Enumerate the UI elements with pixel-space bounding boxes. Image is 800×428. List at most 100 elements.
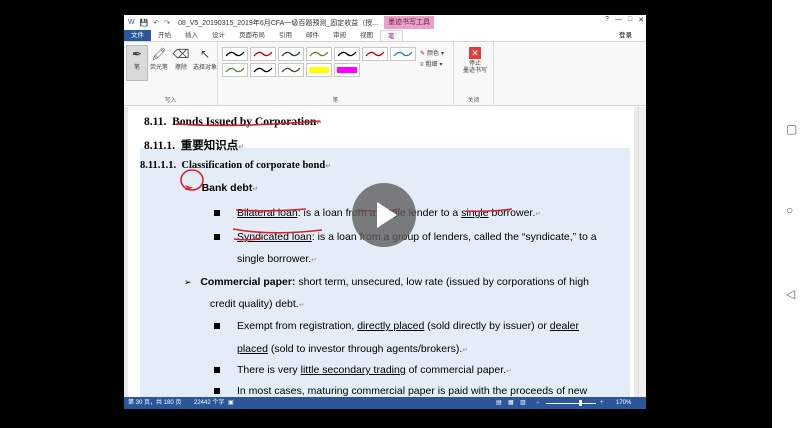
tab-view[interactable]: 视图 [353,30,380,41]
pen-style-option[interactable] [250,47,276,61]
heading-2: 8.11.1. 重要知识点↵ [144,140,245,152]
close-button[interactable]: ✕ [638,16,644,24]
pen-style-option[interactable] [250,63,276,77]
document-page: 8.11. Bonds Issued by Corporation↵ 8.11.… [128,107,634,397]
home-icon[interactable]: ○ [786,203,793,217]
bilateral-single: single [461,207,489,219]
pen-style-option[interactable] [362,47,388,61]
heading-2-text: 重要知识点 [180,140,239,152]
tab-home[interactable]: 开始 [151,30,178,41]
tab-design[interactable]: 设计 [205,30,232,41]
bullet-maturing: In most cases, maturing commercial paper… [214,385,587,397]
syndicated-term: Syndicated loan [237,231,312,243]
word-count: 22442 个字 [194,400,225,406]
zoom-in-button[interactable]: + [600,397,604,409]
zoom-slider[interactable] [546,403,596,404]
tab-references[interactable]: 引用 [272,30,299,41]
zoom-slider-thumb[interactable] [579,400,582,406]
pen-stroke-icon [337,51,357,57]
pen-style-option[interactable] [334,47,360,61]
highlighter-swatch [337,67,357,73]
pen-gallery [222,47,416,77]
quick-access-toolbar: W 💾 ↶ ↷ [124,19,170,27]
bullet-exempt: Exempt from registration, directly place… [214,320,579,332]
directly-placed: directly placed [357,320,425,332]
page-count: 第 30 页，共 180 页 [128,400,182,406]
select-objects-label: 选择对象 [193,65,218,71]
square-bullet-icon [214,234,220,241]
exempt-line-2: placed (sold to investor through agents/… [237,343,469,355]
square-bullet-icon [214,210,220,217]
tab-layout[interactable]: 页面布局 [232,30,272,41]
pointer-icon: ↖ [199,47,211,61]
pen-icon: ✒ [131,47,143,61]
bullet-secondary: There is very little secondary trading o… [214,364,512,376]
login-link[interactable]: 登录 [619,30,632,42]
tab-file[interactable]: 文件 [124,30,151,41]
exempt-text: Exempt from registration, [237,320,358,332]
heading-1: 8.11. Bonds Issued by Corporation↵ [144,116,323,128]
pen-style-option[interactable] [390,47,416,61]
pen-style-option[interactable] [306,47,332,61]
stop-icon: ✕ [469,47,481,59]
tab-review[interactable]: 审阅 [326,30,353,41]
square-bullet-icon [214,367,220,374]
redo-icon[interactable]: ↷ [164,19,170,27]
zoom-level[interactable]: 170% [616,397,631,409]
highlighter-tool[interactable]: 🖍 荧光笔 [149,46,169,71]
pen-stroke-icon [281,51,301,57]
thickness-dropdown[interactable]: ≡ 粗细 ▾ [420,60,444,71]
commercial-paper-line-2: credit quality) debt.↵ [210,298,305,310]
pen-tool-label: 笔 [133,65,140,71]
vertical-scrollbar[interactable] [638,107,646,397]
pen-stroke-icon [309,51,329,57]
highlighter-tool-label: 荧光笔 [149,65,168,71]
pen-style-option[interactable] [306,63,332,77]
minimize-button[interactable]: — [615,16,622,24]
bilateral-term: Bilateral loan [237,207,298,219]
close-group-label: 关闭 [467,98,480,104]
tab-pens[interactable]: 笔 [380,30,403,41]
back-icon[interactable]: ◁ [786,287,795,301]
print-layout-icon[interactable]: ▦ [508,397,514,409]
tab-insert[interactable]: 插入 [178,30,205,41]
proofing-icon[interactable]: ▣ [228,397,234,409]
video-play-button[interactable] [352,183,416,247]
zoom-out-button[interactable]: − [536,397,540,409]
heading-1-text: Bonds Issued by Corporation [172,116,317,128]
pen-style-option[interactable] [278,63,304,77]
bank-debt-text: Bank debt [201,182,253,194]
little-secondary-trading: little secondary trading [300,364,406,376]
pen-stroke-icon [253,67,273,73]
maturing-text: In most cases, maturing commercial paper… [237,385,588,397]
select-objects-tool[interactable]: ↖ 选择对象 [193,46,217,71]
read-mode-icon[interactable]: ▤ [496,397,502,409]
color-dropdown[interactable]: ✎ 颜色 ▾ [420,49,444,60]
pen-style-option[interactable] [278,47,304,61]
save-icon[interactable]: 💾 [140,19,149,27]
color-label: 颜色 [427,51,440,57]
maximize-button[interactable]: □ [628,16,632,24]
stop-inking-button[interactable]: ✕ 停止 墨迹书写 [460,47,490,75]
arrow-bullet-icon: ➢ [184,182,193,194]
tab-mailings[interactable]: 邮件 [299,30,326,41]
pen-stroke-icon [393,51,413,57]
eraser-tool[interactable]: ⌫ 擦除 [171,46,191,71]
recent-apps-icon[interactable]: ▢ [786,122,797,136]
pen-style-option[interactable] [334,63,360,77]
pen-tool[interactable]: ✒ 笔 [126,45,148,81]
pen-style-option[interactable] [222,63,248,77]
pen-style-option[interactable] [222,47,248,61]
highlighter-icon: 🖍 [151,47,167,61]
ink-tools-title: 墨迹书写工具 [384,16,435,29]
pen-stroke-icon [253,51,273,57]
help-button[interactable]: ? [605,16,609,24]
bullet-commercial-paper: ➢ Commercial paper: short term, unsecure… [184,276,589,288]
web-layout-icon[interactable]: ▥ [520,397,526,409]
eraser-icon: ⌫ [172,47,190,61]
secondary-text: There is very [237,364,301,376]
write-group: ✒ 笔 🖍 荧光笔 ⌫ 擦除 ↖ 选择对象 写入 [124,42,218,106]
undo-icon[interactable]: ↶ [153,19,159,27]
document-title: 08_V5_20190315_2019年6月CFA一级百题预测_固定收益（授..… [178,19,379,27]
pen-settings: ✎ 颜色 ▾ ≡ 粗细 ▾ [420,49,444,71]
